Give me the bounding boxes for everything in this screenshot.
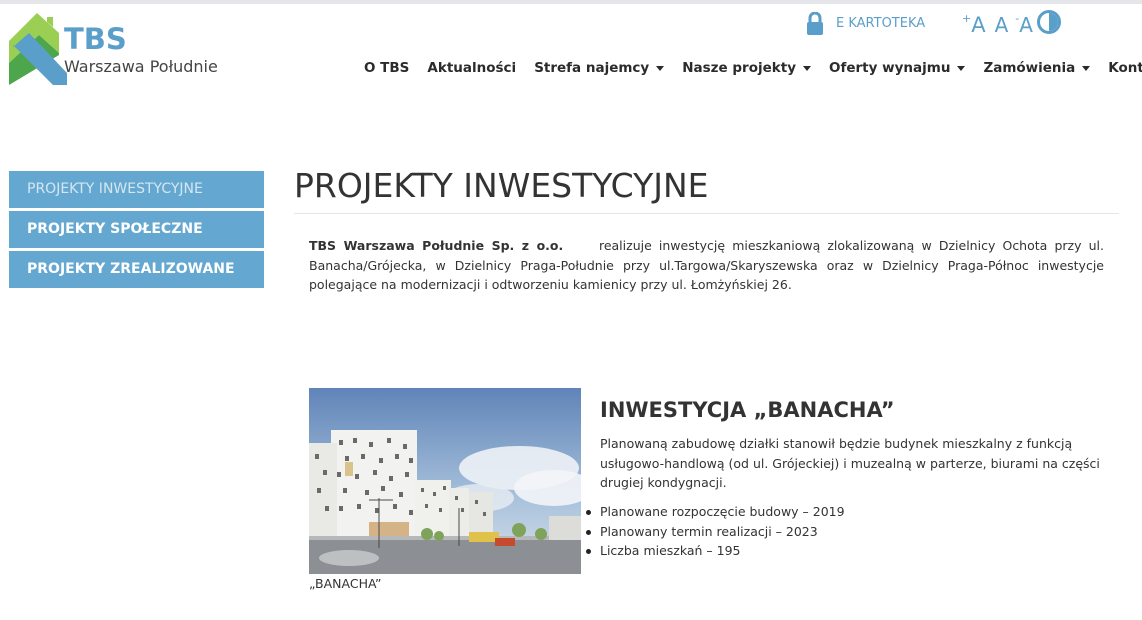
e-kartoteka-link[interactable]: E KARTOTEKA <box>806 11 925 35</box>
intro-paragraph: TBS Warszawa Południe Sp. z o.o. realizu… <box>309 236 1104 295</box>
font-normal-label: A <box>994 13 1009 37</box>
font-normal-button[interactable]: A <box>995 13 1009 37</box>
image-caption: „BANACHA” <box>309 576 382 591</box>
nav-item-oferty-wynajmu[interactable]: Oferty wynajmu <box>829 60 966 76</box>
plus-sign: + <box>962 12 972 25</box>
caret-down-icon <box>803 65 812 71</box>
nav-item-strefa-najemcy[interactable]: Strefa najemcy <box>534 60 665 76</box>
caret-down-icon <box>656 65 665 71</box>
list-item: Planowany termin realizacji – 2023 <box>586 522 845 542</box>
caret-down-icon <box>1082 65 1091 71</box>
nav-label: Nasze projekty <box>682 60 797 76</box>
minus-sign: - <box>1015 12 1020 26</box>
sidebar-item-projekty-zrealizowane[interactable]: PROJEKTY ZREALIZOWANE <box>9 251 264 288</box>
list-item: Planowane rozpoczęcie budowy – 2019 <box>586 502 845 522</box>
sidebar-item-projekty-spoleczne[interactable]: PROJEKTY SPOŁECZNE <box>9 211 264 248</box>
font-increase-button[interactable]: +A <box>962 12 986 37</box>
lock-icon <box>807 11 823 35</box>
font-decrease-button[interactable]: -A <box>1015 12 1033 37</box>
nav-item-o-tbs[interactable]: O TBS <box>364 60 409 76</box>
sidebar: PROJEKTY INWESTYCYJNE PROJEKTY SPOŁECZNE… <box>9 171 264 288</box>
nav-item-zamowienia[interactable]: Zamówienia <box>983 60 1091 76</box>
logo-name: TBS <box>64 22 127 56</box>
logo-mark-icon <box>9 13 67 85</box>
nav-item-aktualnosci[interactable]: Aktualności <box>427 60 516 76</box>
title-divider <box>294 213 1119 214</box>
logo-subtitle: Warszawa Południe <box>64 57 218 76</box>
nav-label: Oferty wynajmu <box>829 60 951 76</box>
banacha-image[interactable] <box>309 388 581 574</box>
intro-company: TBS Warszawa Południe Sp. z o.o. <box>309 238 564 253</box>
investment-facts: Planowane rozpoczęcie budowy – 2019 Plan… <box>586 502 845 561</box>
site-logo[interactable]: TBS Warszawa Południe <box>9 11 234 87</box>
nav-label: Kontakt <box>1108 60 1142 76</box>
nav-label: Zamówienia <box>983 60 1076 76</box>
contrast-icon[interactable] <box>1036 10 1061 34</box>
nav-item-kontakt[interactable]: Kontakt <box>1108 60 1142 76</box>
top-border <box>0 0 1142 4</box>
font-decrease-label: A <box>1019 13 1033 37</box>
caret-down-icon <box>957 65 966 71</box>
investment-description: Planowaną zabudowę działki stanowił będz… <box>600 436 1100 490</box>
page-title: PROJEKTY INWESTYCYJNE <box>294 166 709 205</box>
main-navigation: O TBS Aktualności Strefa najemcy Nasze p… <box>364 59 1142 77</box>
list-item: Liczba mieszkań – 195 <box>586 541 845 561</box>
investment-title: INWESTYCJA „BANACHA” <box>600 398 895 422</box>
nav-label: Strefa najemcy <box>534 60 650 76</box>
sidebar-item-projekty-inwestycyjne[interactable]: PROJEKTY INWESTYCYJNE <box>9 171 264 208</box>
e-kartoteka-label: E KARTOTEKA <box>836 15 926 31</box>
font-increase-label: A <box>971 13 986 37</box>
nav-item-nasze-projekty[interactable]: Nasze projekty <box>682 60 812 76</box>
accessibility-controls: +A A -A <box>962 10 1061 37</box>
nav-label: Aktualności <box>427 60 517 76</box>
nav-label: O TBS <box>364 60 410 76</box>
